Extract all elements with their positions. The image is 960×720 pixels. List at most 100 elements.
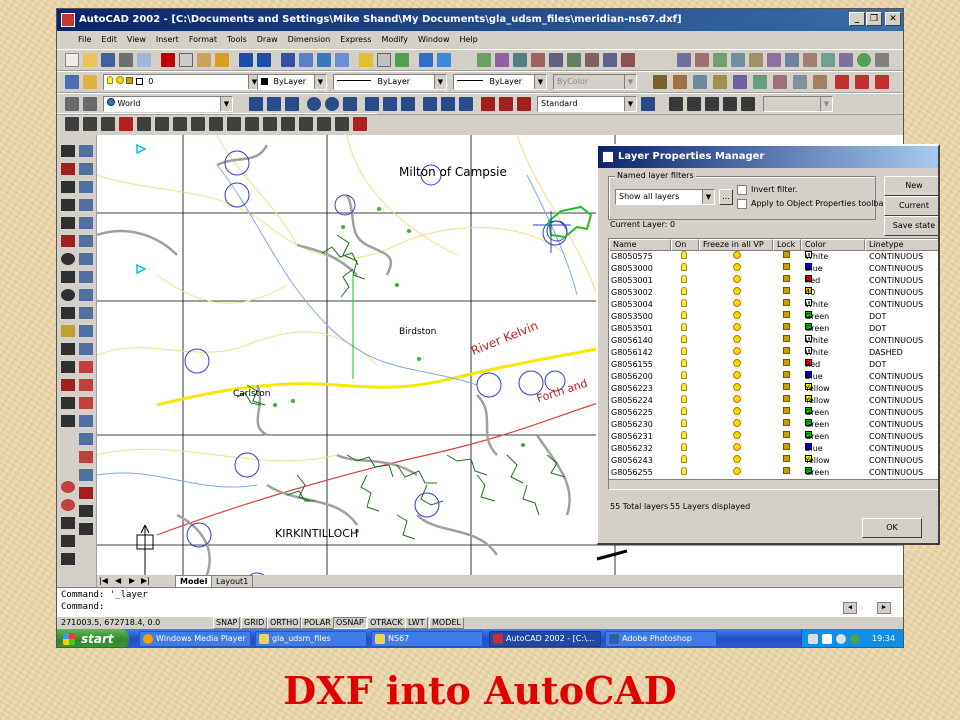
angular-dimension-icon[interactable] (343, 97, 357, 111)
view-tool-2-icon[interactable] (687, 97, 701, 111)
table-row[interactable]: G8056155 Red DOT (609, 359, 938, 371)
tab-nav-last-icon[interactable]: ▶| (141, 575, 150, 587)
ellipse-arc-icon[interactable] (61, 307, 75, 319)
tab-nav-prev-icon[interactable]: ◀ (115, 575, 121, 587)
table-row[interactable]: G8056200 Blue CONTINUOUS (609, 371, 938, 383)
make-object-layer-current-icon[interactable] (83, 75, 97, 89)
express-tool-5-icon[interactable] (549, 53, 563, 67)
layer-filter-dropdown[interactable]: Show all layers ▼ (615, 189, 715, 205)
copy-object-icon[interactable] (79, 163, 93, 175)
table-row[interactable]: G8053501 Green DOT (609, 323, 938, 335)
command-line[interactable]: Command: '_layer Command: ◀ ▶ (57, 587, 903, 617)
snap-tool-1-icon[interactable] (61, 481, 75, 493)
diameter-dimension-icon[interactable] (325, 97, 339, 111)
task-windows-media-player[interactable]: Windows Media Player (139, 631, 251, 647)
layer-tool-1-icon[interactable] (653, 75, 667, 89)
break-icon[interactable] (79, 343, 93, 355)
trim-icon[interactable] (79, 307, 93, 319)
express-tool-4-icon[interactable] (531, 53, 545, 67)
explode-icon[interactable] (79, 397, 93, 409)
invert-filter-checkbox[interactable] (737, 185, 747, 195)
chamfer-icon[interactable] (79, 361, 93, 373)
express-tool-2-icon[interactable] (495, 53, 509, 67)
menu-view[interactable]: View (122, 31, 151, 49)
zoom-window-icon[interactable] (317, 53, 331, 67)
draw-tool-11-icon[interactable] (245, 117, 259, 131)
table-row[interactable]: G8053500 Green DOT (609, 311, 938, 323)
layer-tool-3-icon[interactable] (693, 75, 707, 89)
minimize-button[interactable]: _ (849, 12, 865, 26)
layer-tool-8-icon[interactable] (793, 75, 807, 89)
column-lock[interactable]: Lock (773, 239, 801, 251)
dimension-edit-icon[interactable] (481, 97, 495, 111)
mirror-icon[interactable] (79, 181, 93, 193)
menu-insert[interactable]: Insert (151, 31, 184, 49)
center-mark-icon[interactable] (459, 97, 473, 111)
design-center-icon[interactable] (377, 53, 391, 67)
continue-dimension-icon[interactable] (401, 97, 415, 111)
table-row[interactable]: G8053000 Blue CONTINUOUS (609, 263, 938, 275)
tool-palette-icon[interactable] (395, 53, 409, 67)
scale-icon[interactable] (79, 271, 93, 283)
quick-dimension-icon[interactable] (365, 97, 379, 111)
express-tool-7-icon[interactable] (585, 53, 599, 67)
rectangle-icon[interactable] (61, 217, 75, 229)
line-tool-icon[interactable] (61, 145, 75, 157)
draw-tool-7-icon[interactable] (173, 117, 187, 131)
table-row[interactable]: G8056230 Green CONTINUOUS (609, 419, 938, 431)
express-tool-12-icon[interactable] (713, 53, 727, 67)
hatch-icon[interactable] (61, 379, 75, 391)
column-freeze[interactable]: Freeze in all VP (699, 239, 773, 251)
draw-tool-16-icon[interactable] (335, 117, 349, 131)
offset-icon[interactable] (79, 199, 93, 211)
tray-icon-1[interactable] (808, 634, 818, 644)
filter-browse-button[interactable]: ... (719, 189, 733, 205)
arc-icon[interactable] (61, 235, 75, 247)
zoom-realtime-icon[interactable] (299, 53, 313, 67)
modify-tool-4-icon[interactable] (79, 469, 93, 481)
view-tool-4-icon[interactable] (723, 97, 737, 111)
extend-icon[interactable] (79, 325, 93, 337)
rotate-icon[interactable] (79, 253, 93, 265)
dimension-text-edit-icon[interactable] (499, 97, 513, 111)
layer-tool-5-icon[interactable] (733, 75, 747, 89)
ucs-dropdown[interactable]: World ▼ (103, 96, 233, 112)
task-autocad[interactable]: AutoCAD 2002 - [C:\... (489, 631, 601, 647)
table-row[interactable]: G8056224 Yellow CONTINUOUS (609, 395, 938, 407)
express-tool-14-icon[interactable] (749, 53, 763, 67)
tray-icon-3[interactable] (836, 634, 846, 644)
save-icon[interactable] (101, 53, 115, 67)
save-state-button[interactable]: Save state (884, 216, 938, 236)
aligned-dimension-icon[interactable] (267, 97, 281, 111)
copy-icon[interactable] (179, 53, 193, 67)
draw-tool-1-icon[interactable] (65, 117, 79, 131)
polygon-icon[interactable] (61, 199, 75, 211)
express-tool-8-icon[interactable] (603, 53, 617, 67)
region-icon[interactable] (61, 397, 75, 409)
table-row[interactable]: G8056223 Yellow CONTINUOUS (609, 383, 938, 395)
ortho-toggle[interactable]: ORTHO (267, 617, 302, 629)
draw-tool-13-icon[interactable] (281, 117, 295, 131)
layer-manager-icon[interactable] (65, 75, 79, 89)
draw-tool-5-icon[interactable] (137, 117, 151, 131)
snap-tool-6-icon[interactable] (79, 487, 93, 499)
menu-file[interactable]: File (73, 31, 96, 49)
model-toggle[interactable]: MODEL (429, 617, 464, 629)
table-row[interactable]: G8056140 White CONTINUOUS (609, 335, 938, 347)
express-tool-17-icon[interactable] (803, 53, 817, 67)
tray-icon-2[interactable] (822, 634, 832, 644)
snap-tool-8-icon[interactable] (79, 523, 93, 535)
help-icon[interactable] (437, 53, 451, 67)
cut-icon[interactable] (161, 53, 175, 67)
menu-draw[interactable]: Draw (252, 31, 283, 49)
match-properties-icon[interactable] (215, 53, 229, 67)
osnap-toggle[interactable]: OSNAP (333, 617, 367, 629)
view-tool-3-icon[interactable] (705, 97, 719, 111)
table-row[interactable]: G8053002 40 CONTINUOUS (609, 287, 938, 299)
draw-tool-2-icon[interactable] (83, 117, 97, 131)
tab-nav-first-icon[interactable]: |◀ (99, 575, 108, 587)
table-row[interactable]: G8053004 White CONTINUOUS (609, 299, 938, 311)
layer-tool-9-icon[interactable] (813, 75, 827, 89)
array-icon[interactable] (79, 217, 93, 229)
draw-tool-6-icon[interactable] (155, 117, 169, 131)
